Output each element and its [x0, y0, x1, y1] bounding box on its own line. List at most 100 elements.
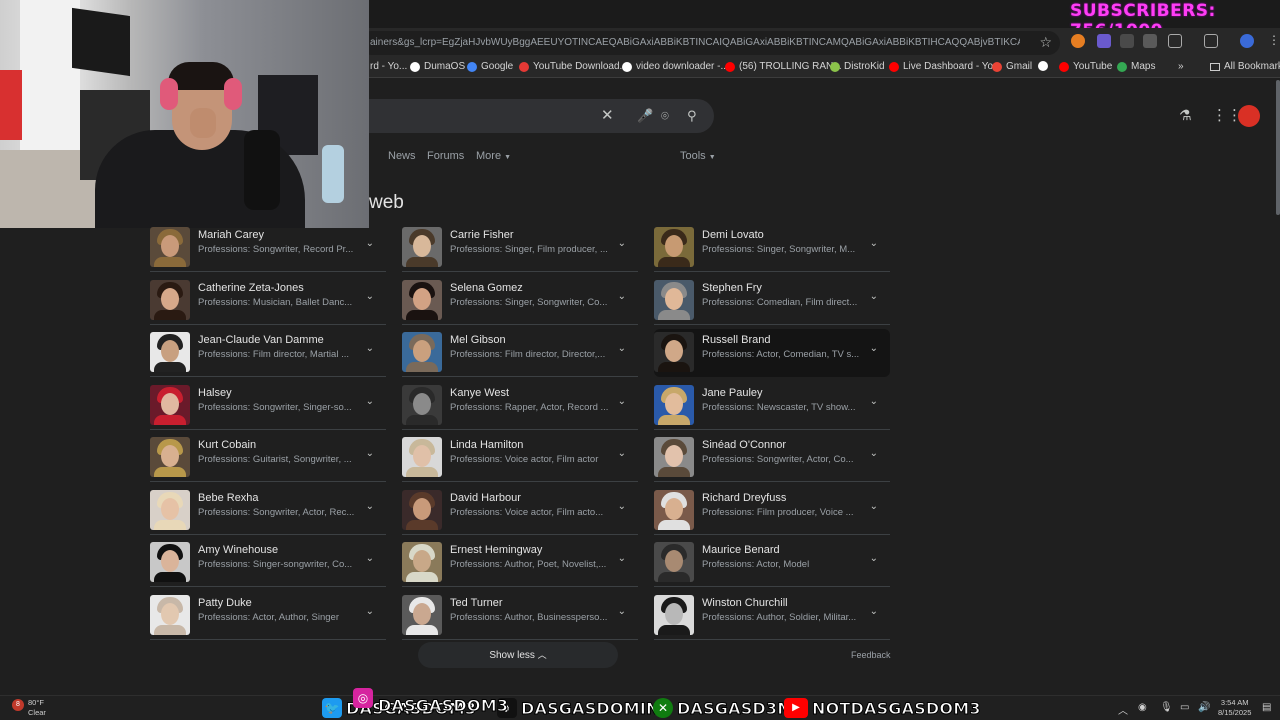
person-card[interactable]: Patty Duke Professions: Actor, Author, Si…	[150, 592, 386, 640]
weather-widget[interactable]: 80°F Clear	[28, 698, 46, 718]
person-card[interactable]: Sinéad O'Connor Professions: Songwriter, …	[654, 434, 890, 482]
person-card[interactable]: Mariah Carey Professions: Songwriter, Rec…	[150, 224, 386, 272]
feedback-link[interactable]: Feedback	[851, 650, 891, 660]
bookmark-item[interactable]: rd - Yo...	[370, 61, 407, 72]
expand-chevron-icon[interactable]: ⌄	[366, 501, 374, 512]
person-card[interactable]: David Harbour Professions: Voice actor, F…	[402, 487, 638, 535]
lens-search-icon[interactable]: ⌾	[661, 108, 669, 124]
show-less-button[interactable]: Show less ︿	[418, 642, 618, 668]
tab-more[interactable]: More ▼	[476, 150, 511, 162]
person-card[interactable]: Russell Brand Professions: Actor, Comedia…	[654, 329, 890, 377]
person-card[interactable]: Kurt Cobain Professions: Guitarist, Songw…	[150, 434, 386, 482]
person-card[interactable]: Catherine Zeta-Jones Professions: Musicia…	[150, 277, 386, 325]
expand-chevron-icon[interactable]: ⌄	[618, 553, 626, 564]
photo-body	[406, 519, 438, 530]
page-scrollbar[interactable]	[1276, 80, 1280, 215]
person-card[interactable]: Jean-Claude Van Damme Professions: Film d…	[150, 329, 386, 377]
bookmark-item[interactable]: Live Dashboard - Yo...	[889, 61, 1001, 72]
expand-chevron-icon[interactable]: ⌄	[870, 606, 878, 617]
network-icon[interactable]: ▭	[1180, 702, 1189, 713]
person-professions: Professions: Comedian, Film direct...	[702, 296, 858, 308]
tab-forums[interactable]: Forums	[427, 150, 464, 162]
expand-chevron-icon[interactable]: ⌄	[618, 448, 626, 459]
bookmark-item[interactable]: (56) TROLLING RAN...	[725, 61, 842, 72]
extension-icon[interactable]	[1143, 34, 1157, 48]
bookmark-star-icon[interactable]: ☆	[1039, 34, 1052, 51]
photo-face	[161, 602, 179, 625]
account-avatar[interactable]	[1238, 105, 1260, 127]
person-card[interactable]: Kanye West Professions: Rapper, Actor, Re…	[402, 382, 638, 430]
person-card[interactable]: Ernest Hemingway Professions: Author, Poe…	[402, 539, 638, 587]
bookmark-item[interactable]: DumaOS	[410, 61, 465, 72]
person-card[interactable]: Winston Churchill Professions: Author, So…	[654, 592, 890, 640]
bookmark-item[interactable]: DistroKid	[830, 61, 885, 72]
extension-icon[interactable]	[1120, 34, 1134, 48]
expand-chevron-icon[interactable]: ⌄	[618, 501, 626, 512]
voice-search-icon[interactable]: 🎤	[637, 108, 653, 124]
expand-chevron-icon[interactable]: ⌄	[366, 606, 374, 617]
person-card[interactable]: Amy Winehouse Professions: Singer-songwri…	[150, 539, 386, 587]
person-card[interactable]: Maurice Benard Professions: Actor, Model ⌄	[654, 539, 890, 587]
search-icon[interactable]: ⚲	[687, 108, 697, 124]
expand-chevron-icon[interactable]: ⌄	[366, 553, 374, 564]
side-panel-icon[interactable]	[1204, 34, 1218, 48]
tab-news[interactable]: News	[388, 150, 416, 162]
extensions-puzzle-icon[interactable]	[1168, 34, 1182, 48]
person-card[interactable]: Carrie Fisher Professions: Singer, Film p…	[402, 224, 638, 272]
person-card[interactable]: Stephen Fry Professions: Comedian, Film d…	[654, 277, 890, 325]
volume-icon[interactable]: 🔊	[1198, 702, 1210, 713]
bookmark-item[interactable]	[1038, 61, 1048, 71]
expand-chevron-icon[interactable]: ⌄	[870, 553, 878, 564]
expand-chevron-icon[interactable]: ⌄	[870, 396, 878, 407]
tools-button[interactable]: Tools ▼	[680, 150, 716, 162]
expand-chevron-icon[interactable]: ⌄	[870, 238, 878, 249]
tv	[72, 7, 130, 77]
bookmark-item[interactable]: YouTube	[1059, 61, 1112, 72]
address-bar[interactable]: ainers&gs_lcrp=EgZjaHJvbWUyBggAEEUYOTINC…	[360, 31, 1060, 55]
expand-chevron-icon[interactable]: ⌄	[618, 396, 626, 407]
bookmark-item[interactable]: Maps	[1117, 61, 1155, 72]
more-bookmarks-button[interactable]: »	[1178, 61, 1184, 72]
system-clock[interactable]: 3:54 AM 8/15/2025	[1218, 698, 1251, 718]
person-card[interactable]: Jane Pauley Professions: Newscaster, TV s…	[654, 382, 890, 430]
person-professions: Professions: Songwriter, Singer-so...	[198, 401, 352, 413]
all-bookmarks-folder[interactable]: All Bookmarks	[1210, 61, 1280, 72]
person-card[interactable]: Demi Lovato Professions: Singer, Songwrit…	[654, 224, 890, 272]
notifications-icon[interactable]: ▤	[1262, 702, 1271, 713]
expand-chevron-icon[interactable]: ⌄	[618, 291, 626, 302]
tray-chevron-up-icon[interactable]: ︿	[1118, 702, 1128, 717]
person-card[interactable]: Halsey Professions: Songwriter, Singer-so…	[150, 382, 386, 430]
bookmark-item[interactable]: YouTube Download...	[519, 61, 628, 72]
labs-flask-icon[interactable]: ⚗	[1179, 107, 1192, 124]
photo-body	[658, 624, 690, 635]
expand-chevron-icon[interactable]: ⌄	[366, 448, 374, 459]
expand-chevron-icon[interactable]: ⌄	[618, 238, 626, 249]
extension-icon[interactable]	[1097, 34, 1111, 48]
bookmark-item[interactable]: video downloader -...	[622, 61, 729, 72]
tray-app-icon[interactable]: ◉	[1138, 702, 1147, 713]
expand-chevron-icon[interactable]: ⌄	[366, 291, 374, 302]
person-card[interactable]: Ted Turner Professions: Author, Businessp…	[402, 592, 638, 640]
profile-avatar-icon[interactable]	[1240, 34, 1254, 48]
expand-chevron-icon[interactable]: ⌄	[870, 343, 878, 354]
bookmark-item[interactable]: Google	[467, 61, 513, 72]
person-card[interactable]: Bebe Rexha Professions: Songwriter, Actor…	[150, 487, 386, 535]
person-card[interactable]: Selena Gomez Professions: Singer, Songwri…	[402, 277, 638, 325]
expand-chevron-icon[interactable]: ⌄	[618, 343, 626, 354]
extension-icon[interactable]	[1071, 34, 1085, 48]
clear-search-icon[interactable]: ✕	[601, 106, 614, 124]
person-card[interactable]: Mel Gibson Professions: Film director, Di…	[402, 329, 638, 377]
expand-chevron-icon[interactable]: ⌄	[870, 291, 878, 302]
browser-menu-icon[interactable]: ⋮	[1268, 33, 1280, 47]
search-input[interactable]: ✕ 🎤 ⌾ ⚲	[369, 99, 714, 133]
expand-chevron-icon[interactable]: ⌄	[870, 501, 878, 512]
expand-chevron-icon[interactable]: ⌄	[870, 448, 878, 459]
expand-chevron-icon[interactable]: ⌄	[366, 396, 374, 407]
person-card[interactable]: Richard Dreyfuss Professions: Film produc…	[654, 487, 890, 535]
microphone-icon[interactable]: 🎙	[1160, 702, 1173, 713]
expand-chevron-icon[interactable]: ⌄	[618, 606, 626, 617]
bookmark-item[interactable]: Gmail	[992, 61, 1032, 72]
expand-chevron-icon[interactable]: ⌄	[366, 343, 374, 354]
expand-chevron-icon[interactable]: ⌄	[366, 238, 374, 249]
person-card[interactable]: Linda Hamilton Professions: Voice actor, …	[402, 434, 638, 482]
